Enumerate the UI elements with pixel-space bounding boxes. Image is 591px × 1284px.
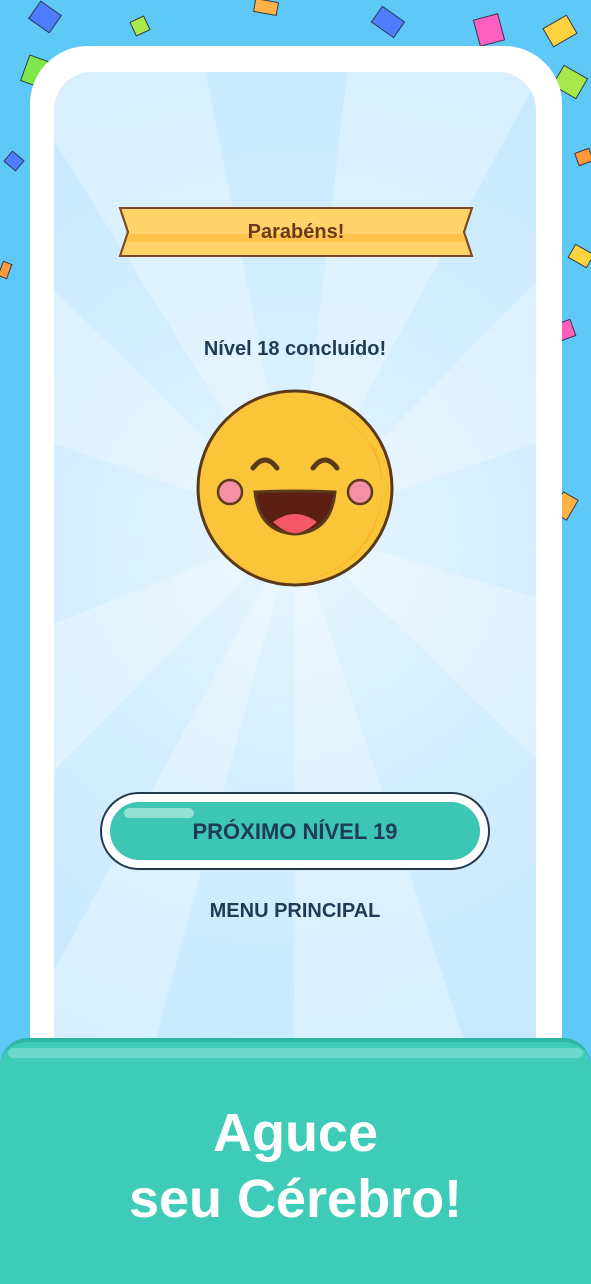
- confetti-piece: [28, 0, 62, 34]
- confetti-piece: [3, 150, 25, 172]
- promo-tagline: Aguce seu Cérebro!: [0, 1100, 591, 1232]
- banner-title: Parabéns!: [247, 221, 345, 243]
- congrats-banner: Parabéns!: [118, 206, 474, 258]
- game-screen: Parabéns! Nível 18 concluído! PRÓXIMO NÍ…: [54, 72, 536, 1132]
- confetti-piece: [567, 243, 591, 269]
- promo-line-1: Aguce: [212, 1103, 379, 1163]
- next-level-label: PRÓXIMO NÍVEL 19: [192, 819, 398, 844]
- level-completed-text: Nível 18 concluído!: [203, 338, 387, 360]
- confetti-piece: [370, 5, 406, 39]
- next-level-button-fill: PRÓXIMO NÍVEL 19: [110, 802, 480, 860]
- promo-line-2: seu Cérebro!: [128, 1169, 463, 1229]
- happy-smiley-face-icon: [196, 389, 394, 587]
- confetti-piece: [252, 0, 280, 16]
- promo-panel: Aguce seu Cérebro!: [0, 1038, 591, 1284]
- confetti-piece: [542, 14, 578, 48]
- confetti-piece: [472, 13, 506, 47]
- confetti-piece: [0, 260, 13, 280]
- main-menu-button[interactable]: MENU PRINCIPAL: [54, 900, 536, 923]
- confetti-piece: [129, 15, 151, 37]
- next-level-button[interactable]: PRÓXIMO NÍVEL 19: [100, 792, 490, 870]
- confetti-piece: [574, 147, 591, 167]
